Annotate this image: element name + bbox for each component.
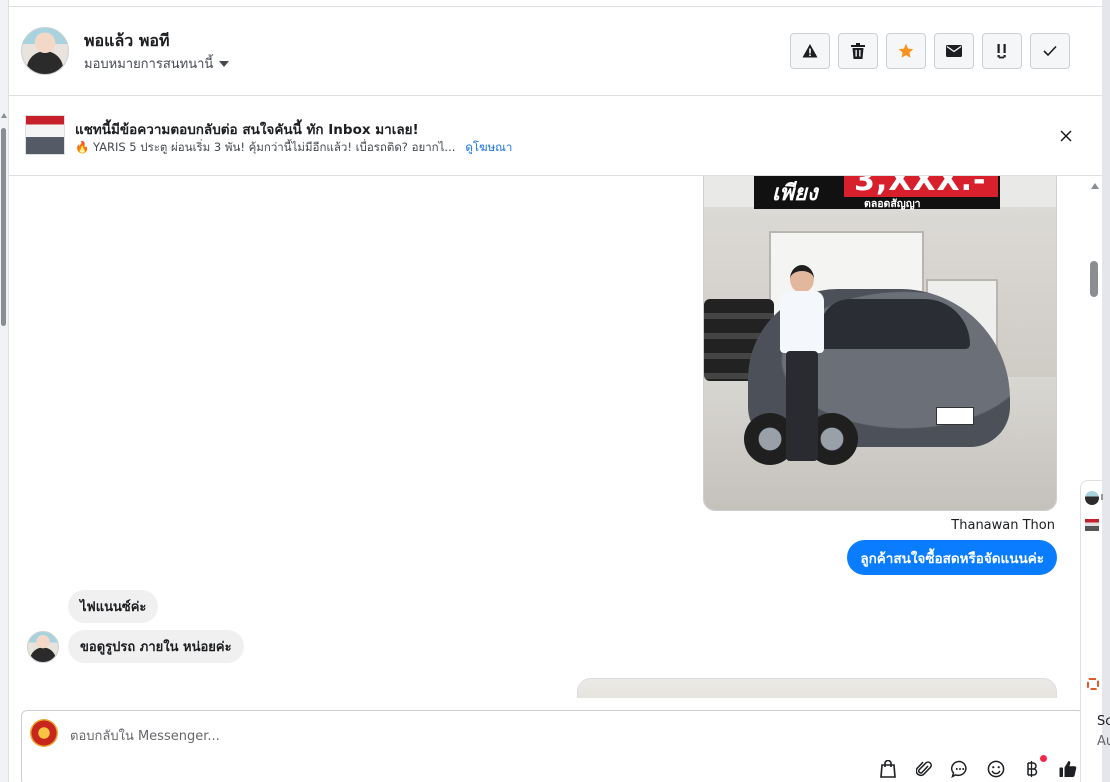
assign-conversation-dropdown[interactable]: มอบหมายการสนทนานี้ [84,53,230,74]
scrollbar-thumb[interactable] [1090,261,1098,297]
saved-reply-icon [951,760,967,778]
contact-avatar-small[interactable] [27,631,59,663]
inbox-page: พอแล้ว พอที มอบหมายการสนทนานี้ แชทนี้มีข… [0,0,1110,782]
notification-dot [1040,755,1047,762]
reply-box[interactable]: ตอบกลับใน Messenger... [21,710,1084,782]
exclamation-icon [997,44,1006,59]
contact-avatar[interactable] [21,27,69,75]
scroll-up-arrow-icon[interactable] [1091,183,1099,189]
promo-subtitle: ตลอดสัญญา [864,198,921,210]
message-image-partial[interactable] [577,678,1057,698]
right-edge [1102,0,1110,782]
message-bubble-incoming[interactable]: ไฟแนนซ์ค่ะ [68,590,159,623]
thumbs-up-icon [1059,761,1077,777]
composer-tools [877,755,1079,780]
sender-name: Thanawan Thon [951,518,1055,533]
chat-preview [1101,494,1103,500]
page-avatar [30,719,58,747]
shopping-bag-icon [880,760,896,778]
message-image[interactable]: เพียง 3,XXX.- ตลอดสัญญา [703,176,1057,511]
follow-up-button[interactable] [982,33,1022,69]
side-panel-text: Sc [1097,714,1110,729]
puzzle-icon [1087,678,1099,690]
ad-subtitle-row: 🔥 YARIS 5 ประตู ผ่อนเริ่ม 3 พัน! คุ้มกว่… [75,139,512,157]
conversation-header: พอแล้ว พอที มอบหมายการสนทนานี้ [9,7,1102,96]
image-car-windshield [820,299,970,349]
assign-label: มอบหมายการสนทนานี้ [84,57,214,72]
composer: ตอบกลับใน Messenger... [9,698,1102,782]
side-info-panel[interactable]: Sc Au [1080,662,1110,782]
close-icon [1060,130,1072,142]
image-person-head [790,265,814,293]
star-button[interactable] [886,33,926,69]
chat-avatar[interactable] [1085,491,1099,505]
star-icon [898,43,914,58]
scrollbar-thumb[interactable] [1,128,6,326]
payment-button[interactable] [1021,755,1047,780]
close-banner-button[interactable] [1056,126,1076,146]
side-panel-text: Au [1097,734,1110,749]
saved-reply-button[interactable] [949,758,971,780]
ad-subtitle: 🔥 YARIS 5 ประตู ผ่อนเริ่ม 3 พัน! คุ้มกว่… [75,140,456,154]
emoji-icon [987,760,1005,778]
mark-done-button[interactable] [1030,33,1070,69]
baht-icon [1027,761,1038,777]
ad-title: แชทนี้มีข้อความตอบกลับต่อ สนใจคันนี้ ทัก… [75,122,419,138]
trash-icon [851,43,865,59]
image-person-legs [786,351,818,461]
view-ad-link[interactable]: ดูโฆษณา [465,139,512,157]
scroll-up-arrow-icon[interactable] [1,113,7,118]
chat-avatar[interactable] [1085,519,1099,531]
promo-word: เพียง [772,181,818,206]
like-button[interactable] [1057,758,1079,780]
chat-list-panel[interactable] [1080,480,1103,662]
check-icon [1043,45,1057,57]
report-button[interactable] [790,33,830,69]
envelope-icon [946,45,962,57]
reply-input[interactable]: ตอบกลับใน Messenger... [70,725,220,746]
shopping-bag-button[interactable] [877,758,899,780]
emoji-button[interactable] [985,758,1007,780]
warning-icon [802,44,818,58]
ad-thumbnail[interactable] [25,115,65,155]
paperclip-icon [916,761,932,777]
image-person-shirt [780,291,824,353]
delete-button[interactable] [838,33,878,69]
contact-name[interactable]: พอแล้ว พอที [84,29,170,54]
message-thread[interactable]: เพียง 3,XXX.- ตลอดสัญญา Thanawan Thon ลู… [9,176,1102,698]
mark-unread-button[interactable] [934,33,974,69]
message-bubble-incoming[interactable]: ขอดูรูปรถ ภายใน หน่อยค่ะ [68,630,244,663]
ad-banner: แชทนี้มีข้อความตอบกลับต่อ สนใจคันนี้ ทัก… [9,96,1102,176]
caret-down-icon [219,60,230,67]
image-person [776,265,828,470]
message-bubble-outgoing[interactable]: ลูกค้าสนใจซื้อสดหรือจัดแนนค่ะ [847,540,1057,575]
image-license-plate [936,407,974,425]
header-actions [790,33,1070,69]
attach-button[interactable] [913,758,935,780]
left-scrollbar[interactable] [0,0,9,782]
